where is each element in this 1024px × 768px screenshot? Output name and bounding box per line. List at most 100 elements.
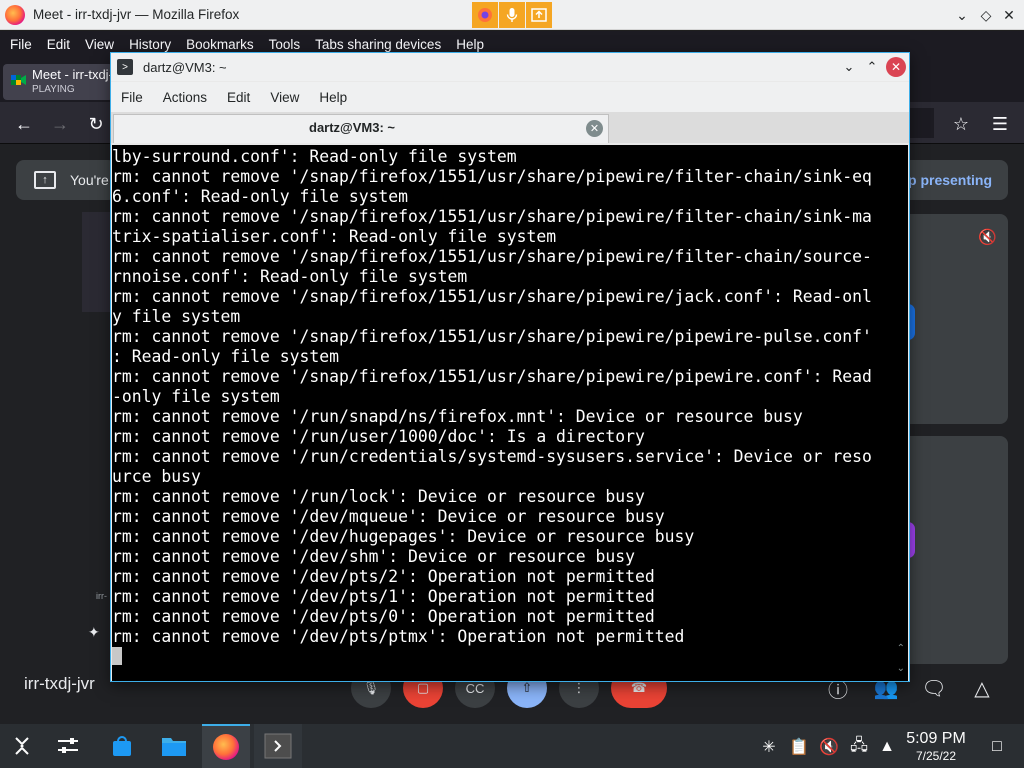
tab-playing-label: PLAYING	[32, 84, 75, 95]
firefox-logo-icon	[5, 4, 25, 25]
terminal-line: rm: cannot remove '/dev/mqueue': Device …	[112, 507, 665, 526]
terminal-menu-help[interactable]: Help	[319, 90, 347, 105]
app-launcher-icon[interactable]	[0, 724, 44, 768]
firefox-taskbar-item[interactable]	[202, 724, 250, 768]
terminal-line: lby-surround.conf': Read-only file syste…	[112, 147, 517, 166]
window-title: Meet - irr-txdj-jvr — Mozilla Firefox	[33, 7, 240, 22]
terminal-line: rm: cannot remove '/dev/pts/0': Operatio…	[112, 607, 655, 626]
terminal-tab-label: dartz@VM3: ~	[309, 120, 395, 135]
maximize-button[interactable]: ◇	[976, 5, 996, 25]
menu-bookmarks[interactable]: Bookmarks	[186, 37, 254, 52]
terminal-line: rnnoise.conf': Read-only file system	[112, 267, 468, 286]
terminal-maximize-button[interactable]: ⌃	[862, 57, 882, 77]
stop-presenting-label: p presenting	[908, 172, 993, 188]
firefox-logo-icon	[213, 734, 239, 760]
terminal-tab[interactable]: dartz@VM3: ~ ✕	[113, 114, 609, 143]
firefox-titlebar: Meet - irr-txdj-jvr — Mozilla Firefox ⌄ …	[0, 0, 1024, 30]
terminal-line: rm: cannot remove '/run/credentials/syst…	[112, 447, 872, 466]
tab-meet[interactable]: Meet - irr-txdj-jvr PLAYING	[3, 64, 127, 100]
menu-help[interactable]: Help	[456, 37, 484, 52]
terminal-window[interactable]: > dartz@VM3: ~ ⌄ ⌃ ✕ File Actions Edit V…	[110, 52, 910, 682]
close-tab-icon[interactable]: ✕	[586, 120, 603, 137]
sparkle-icon[interactable]: ✦	[88, 624, 100, 641]
terminal-cursor	[112, 647, 122, 665]
firefox-sharing-icon[interactable]	[472, 2, 498, 28]
terminal-menubar: File Actions Edit View Help	[111, 82, 909, 112]
menu-edit[interactable]: Edit	[47, 37, 70, 52]
discover-store-icon[interactable]	[100, 724, 144, 768]
terminal-menu-file[interactable]: File	[121, 90, 143, 105]
sharing-indicator[interactable]	[472, 2, 552, 28]
screen-share-tray-icon[interactable]: ✳	[758, 736, 780, 758]
show-hidden-icons-icon[interactable]: ▲	[876, 736, 898, 758]
meet-favicon-icon	[11, 75, 26, 85]
clock-time[interactable]: 5:09 PM	[900, 730, 972, 748]
terminal-line: rm: cannot remove '/run/lock': Device or…	[112, 487, 645, 506]
participant-tile-top: 🔇	[908, 214, 1008, 424]
terminal-line: rm: cannot remove '/dev/shm': Device or …	[112, 547, 636, 566]
terminal-line: rm: cannot remove '/snap/firefox/1551/us…	[112, 247, 872, 266]
participant-tile-bottom	[908, 436, 1008, 664]
terminal-output[interactable]: lby-surround.conf': Read-only file syste…	[112, 145, 908, 681]
stop-presenting-button[interactable]: p presenting	[908, 160, 1008, 200]
microphone-sharing-icon[interactable]	[499, 2, 525, 28]
screen-sharing-icon[interactable]	[526, 2, 552, 28]
present-screen-icon: ↑	[34, 171, 56, 189]
terminal-menu-view[interactable]: View	[270, 90, 299, 105]
terminal-titlebar: > dartz@VM3: ~	[111, 53, 909, 81]
menu-tools[interactable]: Tools	[269, 37, 301, 52]
reload-icon[interactable]: ↻	[84, 112, 108, 136]
terminal-close-button[interactable]: ✕	[886, 57, 906, 77]
terminal-app-icon: >	[117, 59, 133, 75]
terminal-line: rm: cannot remove '/snap/firefox/1551/us…	[112, 167, 872, 186]
terminal-line: rm: cannot remove '/snap/firefox/1551/us…	[112, 287, 872, 306]
presentation-preview	[82, 212, 112, 312]
terminal-line: -only file system	[112, 387, 280, 406]
clipboard-icon[interactable]: 📋	[788, 736, 810, 758]
bookmark-star-icon[interactable]: ☆	[949, 112, 973, 136]
terminal-menu-edit[interactable]: Edit	[227, 90, 250, 105]
clock-date[interactable]: 7/25/22	[900, 749, 972, 763]
taskbar: ✳ 📋 🔇 🖧 ▲ 5:09 PM 7/25/22 □	[0, 724, 1024, 768]
terminal-line: rm: cannot remove '/dev/pts/2': Operatio…	[112, 567, 655, 586]
terminal-line: rm: cannot remove '/snap/firefox/1551/us…	[112, 367, 872, 386]
terminal-line: : Read-only file system	[112, 347, 339, 366]
terminal-text: lby-surround.conf': Read-only file syste…	[112, 147, 892, 667]
preview-label: irr-	[96, 591, 107, 601]
terminal-taskbar-item[interactable]	[254, 724, 302, 768]
back-icon[interactable]: ←	[12, 112, 36, 136]
close-button[interactable]: ✕	[999, 5, 1019, 25]
terminal-line: rm: cannot remove '/dev/hugepages': Devi…	[112, 527, 695, 546]
menu-history[interactable]: History	[129, 37, 171, 52]
terminal-line: rm: cannot remove '/run/snapd/ns/firefox…	[112, 407, 803, 426]
file-manager-icon[interactable]	[152, 724, 196, 768]
terminal-line: y file system	[112, 307, 241, 326]
menu-view[interactable]: View	[85, 37, 114, 52]
network-icon[interactable]: 🖧	[848, 736, 870, 758]
terminal-minimize-button[interactable]: ⌄	[839, 57, 859, 77]
terminal-line: rm: cannot remove '/dev/pts/1': Operatio…	[112, 587, 655, 606]
menu-tabs-sharing-devices[interactable]: Tabs sharing devices	[315, 37, 441, 52]
scroll-up-icon[interactable]: ⌃	[897, 643, 905, 654]
show-desktop-icon[interactable]: □	[986, 736, 1008, 758]
activities-icon[interactable]: △	[968, 674, 996, 702]
terminal-cursor-line	[112, 647, 892, 667]
minimize-button[interactable]: ⌄	[952, 5, 972, 25]
terminal-line: rm: cannot remove '/snap/firefox/1551/us…	[112, 207, 872, 226]
scroll-down-icon[interactable]: ⌄	[897, 663, 905, 674]
app-menu-icon[interactable]: ☰	[988, 112, 1012, 136]
terminal-title: dartz@VM3: ~	[143, 59, 227, 75]
menu-file[interactable]: File	[10, 37, 32, 52]
terminal-line: rm: cannot remove '/run/user/1000/doc': …	[112, 427, 645, 446]
terminal-line: trix-spatialiser.conf': Read-only file s…	[112, 227, 557, 246]
chat-icon[interactable]: 🗨	[920, 674, 948, 702]
url-bar[interactable]	[910, 108, 934, 138]
forward-icon[interactable]: →	[48, 112, 72, 136]
terminal-line: rm: cannot remove '/dev/pts/ptmx': Opera…	[112, 627, 685, 646]
terminal-menu-actions[interactable]: Actions	[163, 90, 207, 105]
terminal-tabbar: dartz@VM3: ~ ✕	[111, 112, 909, 143]
system-settings-icon[interactable]	[46, 724, 90, 768]
presenting-text: You're	[70, 172, 109, 188]
volume-muted-icon[interactable]: 🔇	[818, 736, 840, 758]
terminal-line: urce busy	[112, 467, 201, 486]
